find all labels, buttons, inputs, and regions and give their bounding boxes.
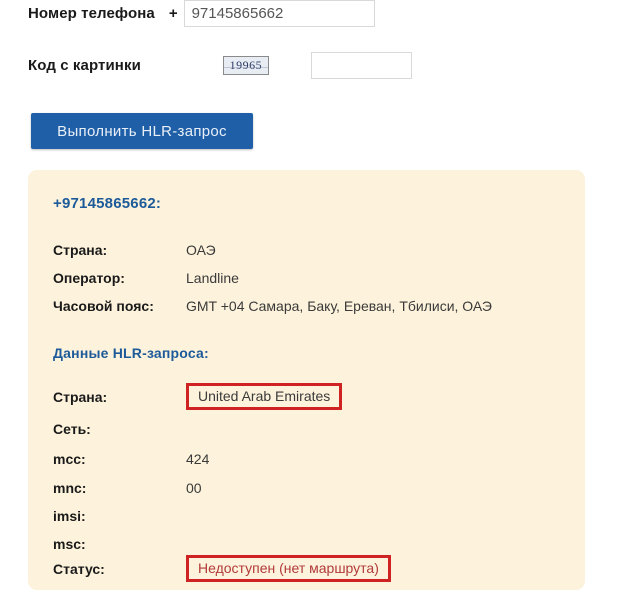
result-phone-title: +97145865662: xyxy=(53,195,162,212)
hlr-row-network-key: Сеть: xyxy=(53,421,91,437)
basic-row-timezone-value: GMT +04 Самара, Баку, Ереван, Тбилиси, О… xyxy=(186,298,492,314)
phone-number-row: Номер телефона + xyxy=(28,0,375,27)
phone-plus-prefix: + xyxy=(168,5,178,22)
hlr-row-mcc-key: mcc: xyxy=(53,451,86,467)
basic-row-operator-key: Оператор: xyxy=(53,270,125,286)
hlr-row-mcc-value: 424 xyxy=(186,451,210,467)
submit-hlr-request-button[interactable]: Выполнить HLR-запрос xyxy=(31,113,253,149)
hlr-row-msc: msc: xyxy=(53,536,186,552)
hlr-row-imsi: imsi: xyxy=(53,508,186,524)
hlr-row-mnc-key: mnc: xyxy=(53,480,87,496)
hlr-row-status-key: Статус: xyxy=(53,561,105,577)
hlr-row-mcc: mcc: 424 xyxy=(53,451,209,467)
hlr-result-panel: +97145865662: Страна: ОАЭ Оператор: Land… xyxy=(28,170,585,590)
basic-row-country: Страна: ОАЭ xyxy=(53,242,216,258)
basic-row-operator-value: Landline xyxy=(186,270,239,286)
hlr-row-msc-key: msc: xyxy=(53,536,86,552)
basic-row-operator: Оператор: Landline xyxy=(53,270,239,286)
hlr-row-country-value-highlighted: United Arab Emirates xyxy=(186,383,343,411)
status-badge: Недоступен (нет маршрута) xyxy=(186,555,391,583)
basic-row-timezone: Часовой пояс: GMT +04 Самара, Баку, Ерев… xyxy=(53,298,492,314)
hlr-row-country-key: Страна: xyxy=(53,389,108,405)
captcha-label: Код с картинки xyxy=(28,57,141,74)
hlr-row-status: Статус: Недоступен (нет маршрута) xyxy=(53,555,391,583)
hlr-row-mnc: mnc: 00 xyxy=(53,480,202,496)
hlr-row-country: Страна: United Arab Emirates xyxy=(53,383,343,411)
phone-number-input[interactable] xyxy=(183,0,375,27)
hlr-section-title: Данные HLR-запроса: xyxy=(53,345,209,361)
captcha-image: 19965 xyxy=(222,56,269,75)
hlr-row-network: Сеть: xyxy=(53,421,186,437)
basic-row-country-key: Страна: xyxy=(53,242,108,258)
hlr-row-imsi-key: imsi: xyxy=(53,508,86,524)
basic-row-timezone-key: Часовой пояс: xyxy=(53,298,154,314)
hlr-row-mnc-value: 00 xyxy=(186,480,202,496)
captcha-input[interactable] xyxy=(310,52,412,79)
phone-number-label: Номер телефона xyxy=(28,5,155,22)
basic-row-country-value: ОАЭ xyxy=(186,242,216,258)
captcha-row: Код с картинки 19965 xyxy=(28,52,412,79)
